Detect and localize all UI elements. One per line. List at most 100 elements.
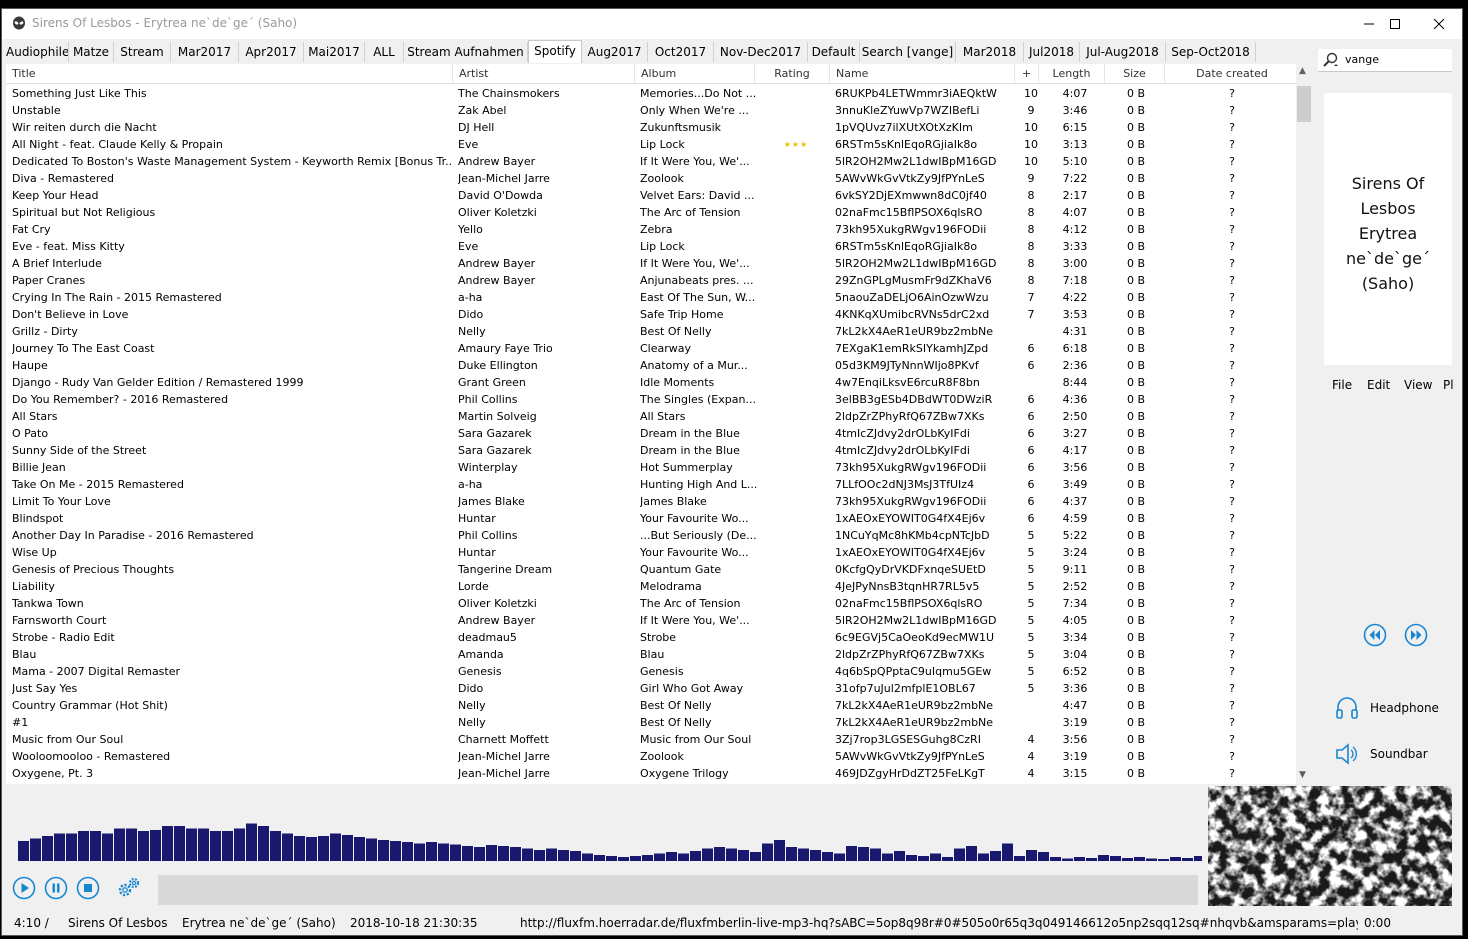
tab-matze[interactable]: Matze bbox=[69, 42, 114, 62]
table-row[interactable]: Tankwa Town Oliver Koletzki The Arc of Ten… bbox=[6, 595, 1296, 612]
table-row[interactable]: Something Just Like This The Chainsmokers… bbox=[6, 85, 1296, 102]
table-row[interactable]: Haupe Duke Ellington Anatomy of a Mur... 05… bbox=[6, 357, 1296, 374]
cell-plus: 10 bbox=[1024, 138, 1038, 151]
tab-sep-oct2018[interactable]: Sep-Oct2018 bbox=[1166, 42, 1256, 62]
cell-size: 0 B bbox=[1126, 529, 1146, 542]
table-row[interactable]: A Brief Interlude Andrew Bayer If It Were … bbox=[6, 255, 1296, 272]
table-row[interactable]: Music from Our Soul Charnett Moffett Music… bbox=[6, 731, 1296, 748]
table-row[interactable]: Strobe - Radio Edit deadmau5 Strobe 6c9EGVj… bbox=[6, 629, 1296, 646]
column-header-size[interactable]: Size bbox=[1105, 64, 1165, 83]
table-row[interactable]: Django - Rudy Van Gelder Edition / Remas… bbox=[6, 374, 1296, 391]
cell-name: 1xAEOxEYOWIT0G4fX4Ej6v bbox=[835, 512, 986, 525]
table-row[interactable]: Don't Believe in Love Dido Safe Trip Home 4… bbox=[6, 306, 1296, 323]
table-row[interactable]: Journey To The East Coast Amaury Faye Tri… bbox=[6, 340, 1296, 357]
table-row[interactable]: Genesis of Precious Thoughts Tangerine Dr… bbox=[6, 561, 1296, 578]
scroll-up-arrow-icon[interactable]: ▲ bbox=[1299, 66, 1306, 76]
table-row[interactable]: Do You Remember? - 2016 Remastered Phil C… bbox=[6, 391, 1296, 408]
column-header-rating[interactable]: Rating bbox=[755, 64, 830, 83]
seek-bar[interactable] bbox=[158, 875, 1198, 905]
table-row[interactable]: Wir reiten durch die Nacht DJ Hell Zukunft… bbox=[6, 119, 1296, 136]
stop-button[interactable] bbox=[76, 876, 100, 904]
table-row[interactable]: Diva - Remastered Jean-Michel Jarre Zooloo… bbox=[6, 170, 1296, 187]
table-row[interactable]: Crying In The Rain - 2015 Remastered a-ha… bbox=[6, 289, 1296, 306]
device-headphone[interactable]: Headphone bbox=[1334, 695, 1439, 723]
table-row[interactable]: Keep Your Head David O'Dowda Velvet Ears: … bbox=[6, 187, 1296, 204]
fast-forward-icon bbox=[1404, 623, 1428, 647]
menu-playlist[interactable]: Pl bbox=[1443, 378, 1454, 392]
close-button[interactable] bbox=[1416, 9, 1462, 39]
table-row[interactable]: Mama - 2007 Digital Remaster Genesis Genes… bbox=[6, 663, 1296, 680]
column-header-name[interactable]: Name bbox=[830, 64, 1015, 83]
table-row[interactable]: Another Day In Paradise - 2016 Remastere… bbox=[6, 527, 1296, 544]
table-row[interactable]: Limit To Your Love James Blake James Blake… bbox=[6, 493, 1296, 510]
scrollbar-thumb[interactable] bbox=[1297, 86, 1311, 122]
table-row[interactable]: Spiritual but Not Religious Oliver Koletz… bbox=[6, 204, 1296, 221]
cell-name: 0KcfgQyDrVKDFxnqeSUEtD bbox=[835, 563, 986, 576]
spectrum-bar bbox=[318, 836, 329, 861]
column-header-title[interactable]: Title bbox=[6, 64, 453, 83]
tab-nov-dec2017[interactable]: Nov-Dec2017 bbox=[714, 42, 808, 62]
table-row[interactable]: Wise Up Huntar Your Favourite Wo... 1xAEOxE… bbox=[6, 544, 1296, 561]
table-row[interactable]: Blau Amanda Blau 2ldpZrZPhyRfQ67ZBw7XKs 5 3:0… bbox=[6, 646, 1296, 663]
column-header-artist[interactable]: Artist bbox=[453, 64, 635, 83]
play-button[interactable] bbox=[12, 876, 36, 904]
device-soundbar[interactable]: Soundbar bbox=[1334, 741, 1428, 769]
table-row[interactable]: Country Grammar (Hot Shit) Nelly Best Of N… bbox=[6, 697, 1296, 714]
tab-spotify[interactable]: Spotify bbox=[528, 40, 582, 63]
tab-mar2017[interactable]: Mar2017 bbox=[171, 42, 239, 62]
rewind-icon bbox=[1363, 623, 1387, 647]
previous-track-button[interactable] bbox=[1363, 623, 1387, 647]
tab-oct2017[interactable]: Oct2017 bbox=[648, 42, 714, 62]
column-header-length[interactable]: Length bbox=[1039, 64, 1105, 83]
table-row[interactable]: Farnsworth Court Andrew Bayer If It Were Y… bbox=[6, 612, 1296, 629]
table-row[interactable]: Billie Jean Winterplay Hot Summerplay 73kh9… bbox=[6, 459, 1296, 476]
track-list-scrollbar[interactable]: ▲ ▼ bbox=[1296, 64, 1312, 784]
next-track-button[interactable] bbox=[1404, 623, 1428, 647]
cell-rating bbox=[760, 612, 832, 629]
table-row[interactable]: All Night - feat. Claude Kelly & Propain… bbox=[6, 136, 1296, 153]
table-row[interactable]: Grillz - Dirty Nelly Best Of Nelly 7kL2kX4A… bbox=[6, 323, 1296, 340]
search-input[interactable]: vange bbox=[1345, 53, 1379, 66]
tab-stream-aufnahmen[interactable]: Stream Aufnahmen bbox=[404, 42, 528, 62]
menu-view[interactable]: View bbox=[1404, 378, 1432, 392]
table-row[interactable]: #1 Nelly Best Of Nelly 7kL2kX4AeR1eUR9bz2mb… bbox=[6, 714, 1296, 731]
tab-default[interactable]: Default bbox=[808, 42, 860, 62]
tab-stream[interactable]: Stream bbox=[114, 42, 171, 62]
column-header-album[interactable]: Album bbox=[635, 64, 755, 83]
table-row[interactable]: O Pato Sara Gazarek Dream in the Blue 4tmIc… bbox=[6, 425, 1296, 442]
table-row[interactable]: Liability Lorde Melodrama 4JeJPyNnsB3tqnHR7… bbox=[6, 578, 1296, 595]
cell-title: Django - Rudy Van Gelder Edition / Remas… bbox=[12, 376, 304, 389]
table-row[interactable]: Dedicated To Boston's Waste Management S… bbox=[6, 153, 1296, 170]
tab-search-vange[interactable]: Search [vange] bbox=[860, 42, 956, 62]
maximize-button[interactable] bbox=[1372, 9, 1418, 39]
table-row[interactable]: Oxygene, Pt. 3 Jean-Michel Jarre Oxygene T… bbox=[6, 765, 1296, 782]
tab-mar2018[interactable]: Mar2018 bbox=[956, 42, 1024, 62]
table-row[interactable]: Blindspot Huntar Your Favourite Wo... 1xAEO… bbox=[6, 510, 1296, 527]
search-box[interactable]: vange bbox=[1318, 49, 1452, 72]
tab-jul-aug2018[interactable]: Jul-Aug2018 bbox=[1080, 42, 1166, 62]
table-row[interactable]: Just Say Yes Dido Girl Who Got Away 31ofp7u… bbox=[6, 680, 1296, 697]
column-header-date-created[interactable]: Date created bbox=[1165, 64, 1296, 83]
table-row[interactable]: Unstable Zak Abel Only When We're ... 3nnuK… bbox=[6, 102, 1296, 119]
menu-file[interactable]: File bbox=[1332, 378, 1352, 392]
tab-jul2018[interactable]: Jul2018 bbox=[1024, 42, 1080, 62]
table-row[interactable]: Eve - feat. Miss Kitty Eve Lip Lock 6RSTm5s… bbox=[6, 238, 1296, 255]
tab-all[interactable]: ALL bbox=[365, 42, 404, 62]
tab-mai2017[interactable]: Mai2017 bbox=[304, 42, 365, 62]
menu-edit[interactable]: Edit bbox=[1367, 378, 1390, 392]
table-row[interactable]: Paper Cranes Andrew Bayer Anjunabeats pres… bbox=[6, 272, 1296, 289]
table-row[interactable]: Wooloomooloo - Remastered Jean-Michel Jar… bbox=[6, 748, 1296, 765]
settings-button[interactable] bbox=[116, 875, 142, 905]
table-row[interactable]: Take On Me - 2015 Remastered a-ha Hunting … bbox=[6, 476, 1296, 493]
tab-audiophile[interactable]: Audiophile bbox=[6, 42, 69, 62]
cell-length: 3:56 bbox=[1062, 733, 1088, 746]
pause-button[interactable] bbox=[44, 876, 68, 904]
scroll-down-arrow-icon[interactable]: ▼ bbox=[1299, 770, 1306, 780]
column-header-plus[interactable]: + bbox=[1015, 64, 1039, 83]
table-row[interactable]: All Stars Martin Solveig All Stars 2ldpZrZP… bbox=[6, 408, 1296, 425]
table-row[interactable]: Sunny Side of the Street Sara Gazarek Drea… bbox=[6, 442, 1296, 459]
table-row[interactable]: Fat Cry Yello Zebra 73kh95XukgRWgv196FODii 8… bbox=[6, 221, 1296, 238]
cell-name: 5lR2OH2Mw2L1dwIBpM16GD bbox=[835, 257, 997, 270]
tab-aug2017[interactable]: Aug2017 bbox=[582, 42, 648, 62]
tab-apr2017[interactable]: Apr2017 bbox=[239, 42, 304, 62]
